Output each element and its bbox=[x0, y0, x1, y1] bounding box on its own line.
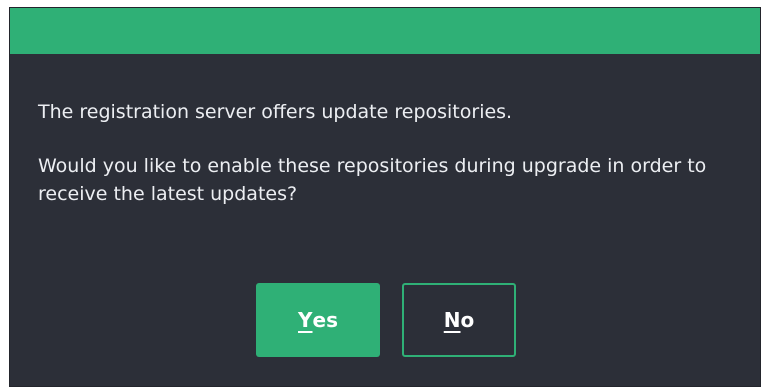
dialog-message-line2: Would you like to enable these repositor… bbox=[38, 155, 707, 205]
dialog-button-row: Yes No bbox=[10, 283, 760, 357]
dialog-body: The registration server offers update re… bbox=[10, 98, 760, 208]
confirmation-dialog: The registration server offers update re… bbox=[10, 8, 760, 386]
yes-button-accelerator: Y bbox=[298, 308, 313, 332]
screen: The registration server offers update re… bbox=[0, 0, 761, 392]
no-button-label: o bbox=[460, 308, 475, 332]
yes-button[interactable]: Yes bbox=[256, 283, 380, 357]
no-button[interactable]: No bbox=[402, 283, 516, 357]
dialog-message-line1: The registration server offers update re… bbox=[38, 101, 513, 123]
yes-button-label: es bbox=[312, 308, 338, 332]
no-button-accelerator: N bbox=[443, 308, 461, 332]
dialog-titlebar bbox=[10, 8, 760, 54]
